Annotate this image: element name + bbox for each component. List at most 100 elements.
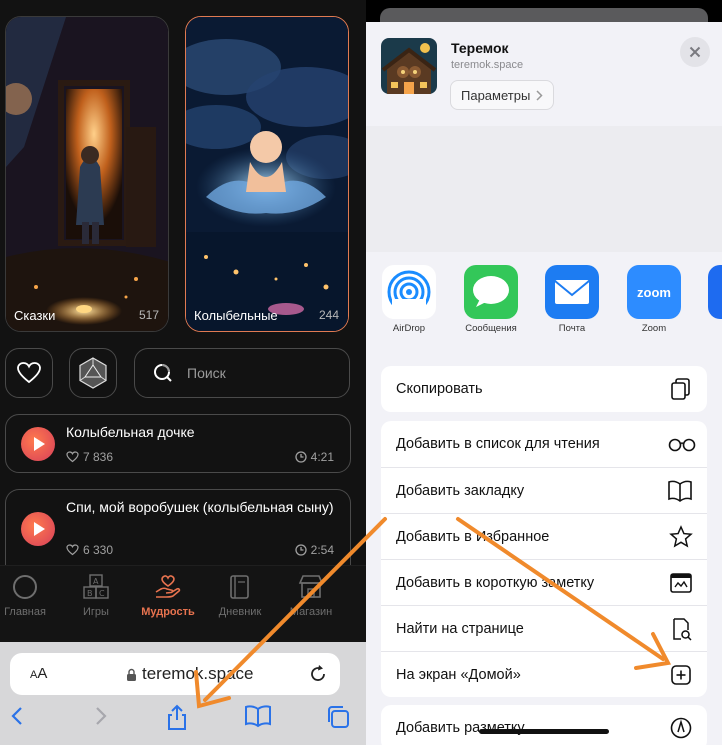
diary-icon bbox=[230, 575, 249, 599]
share-app-messages[interactable]: Сообщения bbox=[464, 265, 518, 334]
reload-icon[interactable] bbox=[308, 664, 328, 684]
share-app-zoom[interactable]: zoom Zoom bbox=[627, 265, 681, 334]
track-likes: 7 836 bbox=[66, 450, 113, 464]
action-add-favorites[interactable]: Добавить в Избранное bbox=[381, 513, 707, 559]
app-label: Zoom bbox=[641, 323, 667, 334]
track-title: Колыбельная дочке bbox=[66, 424, 195, 440]
quick-note-icon bbox=[670, 573, 692, 593]
forward-icon[interactable] bbox=[90, 704, 110, 728]
favorites-button[interactable] bbox=[5, 348, 53, 398]
glasses-icon bbox=[668, 438, 696, 452]
duration-value: 2:54 bbox=[310, 543, 334, 557]
book-icon bbox=[668, 480, 692, 502]
card-count: 517 bbox=[138, 308, 159, 322]
add-square-icon bbox=[671, 665, 691, 685]
tab-wisdom[interactable]: Мудрость bbox=[133, 574, 203, 618]
track-likes: 6 330 bbox=[66, 543, 113, 557]
reader-options-button[interactable]: AA bbox=[30, 665, 47, 682]
action-group-copy: Скопировать bbox=[381, 366, 707, 412]
dice-icon bbox=[79, 357, 107, 389]
app-thumbnail bbox=[381, 38, 437, 94]
safari-toolbar: AA teremok.space bbox=[0, 642, 366, 745]
messages-icon bbox=[464, 265, 518, 319]
circle-icon bbox=[13, 575, 37, 599]
category-card-tales[interactable]: Сказки 517 bbox=[5, 16, 169, 332]
category-card-lullabies[interactable]: Колыбельные 244 bbox=[185, 16, 349, 332]
svg-text:B: B bbox=[87, 589, 93, 598]
hand-heart-icon bbox=[155, 575, 181, 598]
action-add-bookmark[interactable]: Добавить закладку bbox=[381, 467, 707, 513]
teremok-logo bbox=[381, 38, 437, 94]
tab-games[interactable]: A B C Игры bbox=[61, 574, 131, 618]
card-title: Колыбельные bbox=[194, 308, 278, 323]
action-quick-note[interactable]: Добавить в короткую заметку bbox=[381, 559, 707, 605]
abc-blocks-icon: A B C bbox=[83, 574, 109, 599]
tales-illustration bbox=[6, 17, 168, 331]
tab-diary[interactable]: Дневник bbox=[205, 574, 275, 618]
screen: Сказки 517 Колыбельные 244 Поиск Колыбел… bbox=[0, 0, 722, 745]
lullaby-illustration bbox=[186, 17, 348, 331]
address-bar[interactable]: AA teremok.space bbox=[10, 653, 340, 695]
clock-icon bbox=[294, 451, 307, 463]
close-button[interactable] bbox=[680, 37, 710, 67]
action-reading-list[interactable]: Добавить в список для чтения bbox=[381, 421, 707, 467]
app-label: Сообщения bbox=[465, 323, 517, 334]
markup-icon bbox=[670, 717, 692, 739]
options-button[interactable]: Параметры bbox=[450, 80, 555, 110]
play-icon bbox=[34, 522, 45, 536]
random-button[interactable] bbox=[69, 348, 117, 398]
card-count: 244 bbox=[318, 308, 339, 322]
svg-text:C: C bbox=[99, 589, 105, 598]
app-icon-partial bbox=[708, 265, 722, 319]
svg-text:A: A bbox=[93, 577, 99, 586]
share-icon[interactable] bbox=[165, 704, 189, 732]
duration-value: 4:21 bbox=[310, 450, 334, 464]
chevron-right-icon bbox=[536, 89, 543, 101]
share-app-partial[interactable] bbox=[708, 265, 722, 319]
tab-label: Главная bbox=[4, 606, 46, 618]
likes-count: 7 836 bbox=[83, 450, 114, 464]
bookmarks-icon[interactable] bbox=[244, 704, 272, 728]
close-icon bbox=[689, 46, 701, 58]
site-domain: teremok.space bbox=[451, 59, 524, 71]
tab-label: Мудрость bbox=[141, 606, 195, 618]
share-app-mail[interactable]: Почта bbox=[545, 265, 599, 334]
url-text: teremok.space bbox=[126, 664, 254, 684]
search-placeholder: Поиск bbox=[187, 365, 226, 381]
action-find-in-page[interactable]: Найти на странице bbox=[381, 605, 707, 651]
back-icon[interactable] bbox=[8, 704, 28, 728]
action-markup[interactable]: Добавить разметку bbox=[381, 705, 707, 745]
action-add-to-home[interactable]: На экран «Домой» bbox=[381, 651, 707, 697]
play-icon bbox=[34, 437, 45, 451]
action-copy[interactable]: Скопировать bbox=[381, 366, 707, 412]
tab-shop[interactable]: Магазин bbox=[276, 574, 346, 618]
airdrop-icon bbox=[382, 265, 436, 319]
search-input[interactable]: Поиск bbox=[134, 348, 350, 398]
search-icon bbox=[154, 364, 172, 382]
share-app-airdrop[interactable]: AirDrop bbox=[382, 265, 436, 334]
lock-icon bbox=[127, 668, 136, 681]
tab-home[interactable]: Главная bbox=[0, 574, 60, 618]
home-indicator bbox=[479, 729, 609, 734]
clock-icon bbox=[294, 544, 307, 556]
track-item[interactable]: Колыбельная дочке 7 836 4:21 bbox=[5, 414, 351, 473]
track-item[interactable]: Спи, мой воробушек (колыбельная сыну) 6 … bbox=[5, 489, 351, 565]
heart-icon bbox=[66, 544, 79, 556]
tab-label: Игры bbox=[83, 606, 109, 618]
contacts-suggestions-area bbox=[366, 126, 722, 252]
copy-icon bbox=[671, 378, 690, 400]
track-duration: 4:21 bbox=[294, 450, 334, 464]
share-header: Теремок teremok.space Параметры bbox=[366, 22, 722, 126]
tab-label: Магазин bbox=[289, 606, 333, 618]
card-title: Сказки bbox=[14, 308, 56, 323]
zoom-icon: zoom bbox=[627, 265, 681, 319]
share-sheet: Теремок teremok.space Параметры AirDrop … bbox=[366, 22, 722, 745]
app-label: AirDrop bbox=[392, 323, 426, 334]
play-button[interactable] bbox=[21, 427, 55, 461]
app-pane: Сказки 517 Колыбельные 244 Поиск Колыбел… bbox=[0, 0, 366, 745]
app-label: Почта bbox=[558, 323, 586, 334]
heart-icon bbox=[17, 362, 41, 384]
play-button[interactable] bbox=[21, 512, 55, 546]
tabs-icon[interactable] bbox=[325, 704, 351, 730]
action-group-markup: Добавить разметку bbox=[381, 705, 707, 745]
